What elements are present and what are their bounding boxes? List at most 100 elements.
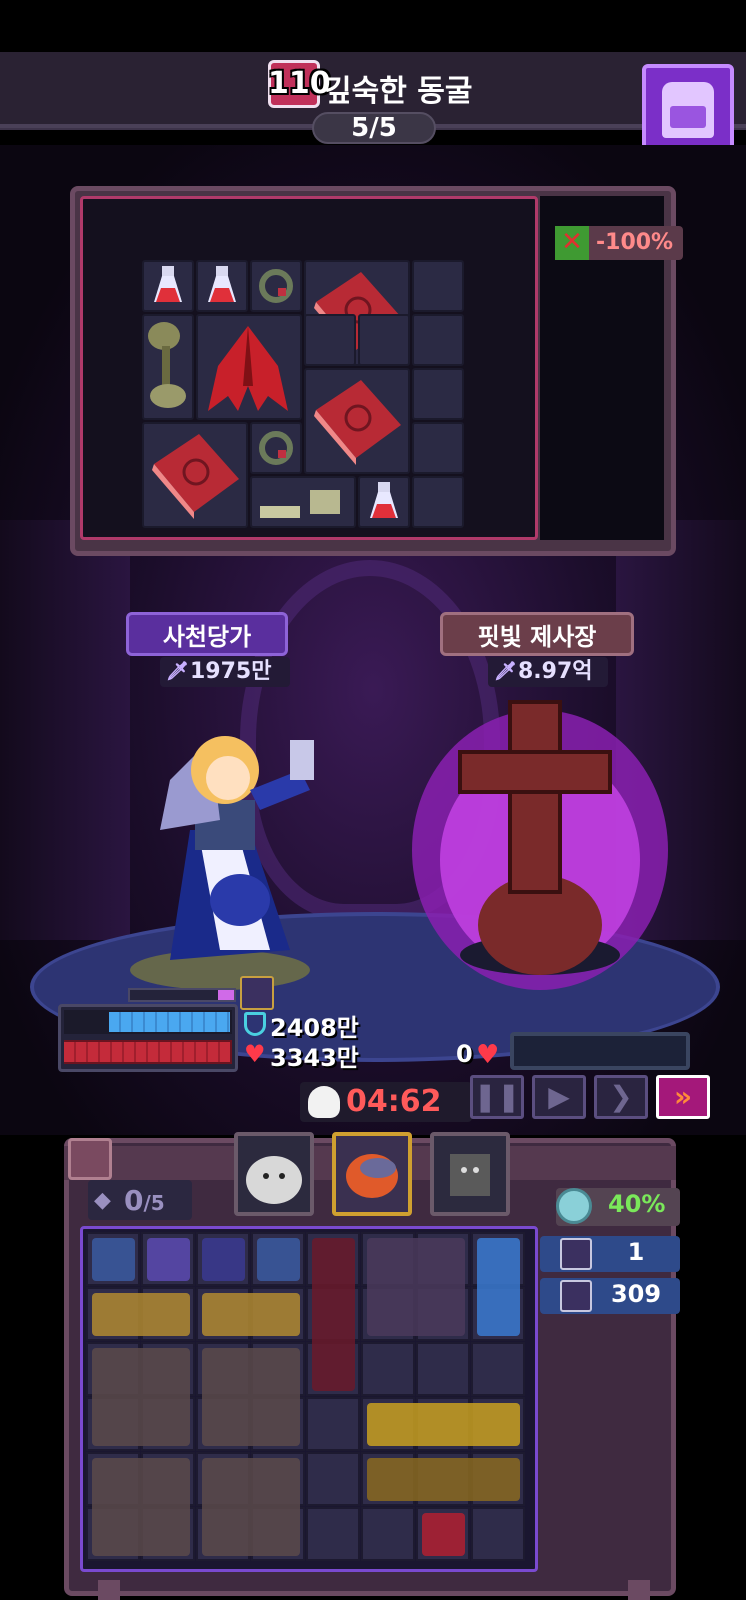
ring-icon: [259, 269, 293, 303]
loot-slot[interactable]: [412, 260, 464, 312]
blood-staff-icon[interactable]: [312, 1238, 355, 1391]
trinket-icon: [560, 1238, 592, 1270]
fire-rod-icon[interactable]: [367, 1458, 520, 1501]
bag-button[interactable]: [642, 64, 734, 156]
winged-cross-icon[interactable]: [367, 1238, 465, 1336]
panel-foot: [628, 1580, 650, 1600]
no-heal-icon: ✕: [555, 226, 589, 260]
hook-item-icon[interactable]: [92, 1238, 135, 1281]
status-bar-area: [0, 0, 746, 52]
backpack-icon: [662, 82, 714, 138]
player-name-banner: 사천당가: [126, 612, 288, 656]
inventory-slot[interactable]: [361, 1342, 415, 1396]
enemy-power-value: 8.97억: [518, 659, 593, 684]
loot-slot[interactable]: [412, 314, 464, 366]
inventory-slot[interactable]: [471, 1507, 525, 1561]
pause-button[interactable]: ❚❚: [470, 1075, 524, 1119]
shield-icon: [244, 1012, 266, 1036]
gem-icon: [556, 1188, 592, 1224]
spellbook-icon: [152, 434, 239, 519]
loot-slot[interactable]: [304, 314, 356, 366]
tab-companion-locked[interactable]: [430, 1132, 510, 1216]
dragon-portrait-icon: [346, 1154, 398, 1198]
loot-slot[interactable]: [142, 422, 248, 528]
play-button[interactable]: ▶: [532, 1075, 586, 1119]
shield-bar-fill: [109, 1012, 230, 1032]
enemy-loot-grid: [142, 260, 474, 536]
tab-companion-ghost[interactable]: [234, 1132, 314, 1216]
inventory-slot[interactable]: [306, 1397, 360, 1451]
golden-blade-icon[interactable]: [92, 1293, 190, 1336]
diamond-icon: ◆: [94, 1188, 111, 1213]
loot-slot[interactable]: [250, 476, 356, 528]
tab-companion-dragon[interactable]: [332, 1132, 412, 1216]
loot-slot[interactable]: [358, 314, 410, 366]
crossed-swords-icon: [560, 1280, 592, 1312]
heart-icon: ♥: [244, 1040, 266, 1068]
inventory-slot[interactable]: [471, 1342, 525, 1396]
demon-wings-icon: [208, 326, 288, 411]
log-button[interactable]: [68, 1138, 112, 1180]
herb-icon: [148, 322, 186, 408]
loot-slot[interactable]: [304, 368, 410, 474]
wave-counter: 5/5: [312, 112, 436, 144]
potion-icon: [154, 266, 182, 302]
buff-value: 309: [610, 1280, 662, 1308]
potion-icon: [370, 482, 398, 518]
inventory-slot[interactable]: [416, 1342, 470, 1396]
armor-icon[interactable]: [92, 1458, 190, 1556]
player-power: 🗡 1975만: [160, 657, 290, 687]
player-charge-fill: [218, 990, 234, 1000]
inventory-slot[interactable]: [306, 1507, 360, 1561]
stage-name: 깊숙한 동굴: [324, 74, 473, 109]
enemy-hp-value: 0: [456, 1040, 473, 1068]
sword-icon: 🗡: [166, 661, 189, 682]
heal-penalty-value: -100%: [596, 230, 674, 255]
fire-rod-icon[interactable]: [367, 1403, 520, 1446]
loot-slot[interactable]: [358, 476, 410, 528]
heart-icon: ♥: [476, 1040, 500, 1070]
loot-slot[interactable]: [250, 260, 302, 312]
loot-slot[interactable]: [412, 476, 464, 528]
golden-blade-icon[interactable]: [202, 1293, 300, 1336]
stage-level: 110: [268, 66, 331, 101]
slots-used: 0: [124, 1184, 144, 1217]
hp-value: 3343만: [270, 1044, 359, 1072]
panel-foot: [98, 1580, 120, 1600]
inventory-slot[interactable]: [361, 1507, 415, 1561]
gem-percent: 40%: [608, 1190, 666, 1218]
enemy-name-banner: 핏빛 제사장: [440, 612, 634, 656]
orb-item-icon[interactable]: [202, 1238, 245, 1281]
locked-portrait-icon: [450, 1154, 490, 1196]
loot-slot[interactable]: [412, 422, 464, 474]
sparkle-item-icon[interactable]: [147, 1238, 190, 1281]
slots-total: /5: [143, 1191, 165, 1215]
loot-slot[interactable]: [250, 422, 302, 474]
hook-item-icon[interactable]: [257, 1238, 300, 1281]
rose-icon[interactable]: [422, 1513, 465, 1556]
crystal-shield-icon[interactable]: [477, 1238, 520, 1336]
loot-slot[interactable]: [142, 260, 194, 312]
fast-forward-button[interactable]: ❯: [594, 1075, 648, 1119]
enemy-character: [412, 700, 668, 990]
slot-counter-text: 0/5: [124, 1184, 165, 1217]
enemy-power: 🗡 8.97억: [488, 657, 608, 687]
spellbook-icon: [314, 380, 401, 465]
buff-value: 1: [627, 1238, 645, 1266]
loot-slot[interactable]: [196, 260, 248, 312]
fastest-button[interactable]: »: [656, 1075, 710, 1119]
armor-icon[interactable]: [202, 1348, 300, 1446]
loot-slot[interactable]: [196, 314, 302, 420]
potion-icon: [208, 266, 236, 302]
trinket-icon: [240, 976, 274, 1010]
hp-bar-fill: [64, 1042, 230, 1062]
skull-icon: [308, 1086, 340, 1118]
inventory-cells: [86, 1232, 530, 1568]
ring-icon: [259, 431, 293, 465]
armor-icon[interactable]: [92, 1348, 190, 1446]
loot-slot[interactable]: [412, 368, 464, 420]
armor-icon[interactable]: [202, 1458, 300, 1556]
loot-slot[interactable]: [142, 314, 194, 420]
player-power-value: 1975만: [190, 659, 272, 684]
inventory-slot[interactable]: [306, 1452, 360, 1506]
